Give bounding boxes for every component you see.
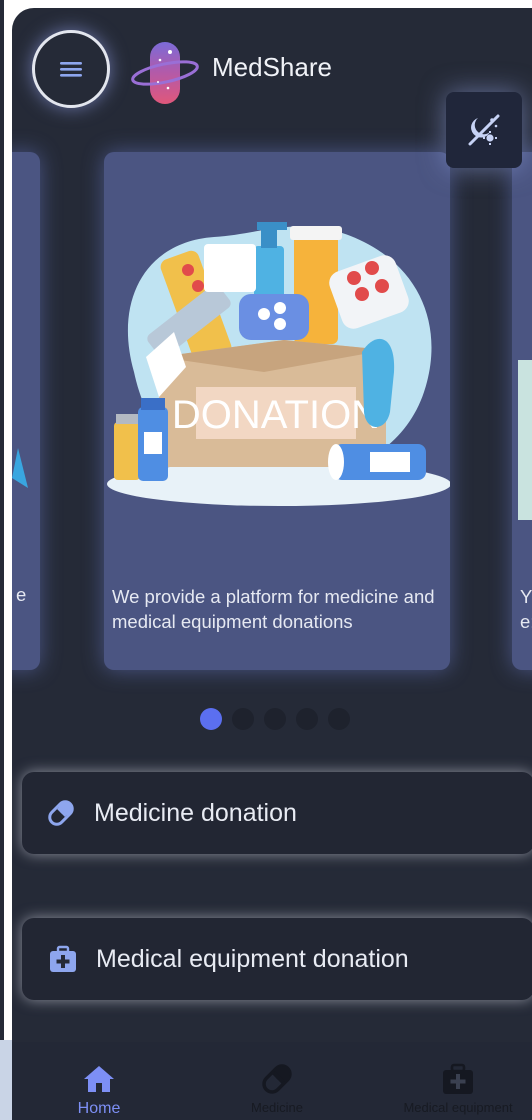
pagination-dot[interactable] <box>296 708 318 730</box>
nav-label: Medical equipment <box>403 1100 513 1115</box>
medical-kit-icon <box>50 945 76 972</box>
carousel-slide-active[interactable]: DONATION We provide a platform for medic… <box>104 152 450 670</box>
triangle-shape <box>12 448 28 488</box>
nav-label: Home <box>77 1100 121 1117</box>
edge-strip <box>0 1040 12 1120</box>
home-icon <box>84 1066 114 1092</box>
donation-box-illustration: DONATION <box>107 222 450 506</box>
nav-item-medical-equipment[interactable]: Medical equipment <box>388 1042 528 1120</box>
slide-caption: We provide a platform for medicine and m… <box>112 586 435 632</box>
option-label: Medical equipment donation <box>96 944 409 973</box>
edge-bar <box>0 0 4 1120</box>
carousel-pagination <box>200 708 350 730</box>
hamburger-icon <box>60 62 82 77</box>
app-screen: MedShare e DONATION We provide a platfor… <box>12 8 532 1120</box>
app-title: MedShare <box>212 52 332 82</box>
pagination-dot[interactable] <box>264 708 286 730</box>
slide-caption-fragment: e <box>16 584 27 605</box>
carousel-slide-next[interactable]: Y e: <box>512 152 532 670</box>
theme-toggle-button[interactable] <box>446 92 522 168</box>
bottom-navigation: Home Medicine Medical equipment <box>12 1042 532 1120</box>
slide-illustration-fragment <box>518 360 532 520</box>
medical-equipment-donation-button[interactable]: Medical equipment donation <box>22 918 532 1000</box>
medicine-donation-button[interactable]: Medicine donation <box>22 772 532 854</box>
left-edge <box>0 0 12 1120</box>
pagination-dot[interactable] <box>200 708 222 730</box>
carousel-slide-previous[interactable]: e <box>12 152 40 670</box>
nav-item-home[interactable]: Home <box>64 1042 134 1120</box>
theme-toggle-icon <box>468 114 500 146</box>
pill-icon <box>262 1064 292 1094</box>
pagination-dot[interactable] <box>232 708 254 730</box>
menu-button[interactable] <box>32 30 110 108</box>
nav-item-medicine[interactable]: Medicine <box>232 1042 322 1120</box>
slide-caption-fragment: Y e: <box>520 586 532 632</box>
option-label: Medicine donation <box>94 798 297 827</box>
pagination-dot[interactable] <box>328 708 350 730</box>
pill-icon <box>48 800 74 826</box>
app-logo <box>130 38 202 108</box>
nav-label: Medicine <box>250 1100 304 1115</box>
donation-box-label: DONATION <box>172 393 380 437</box>
medical-kit-icon <box>443 1063 473 1094</box>
